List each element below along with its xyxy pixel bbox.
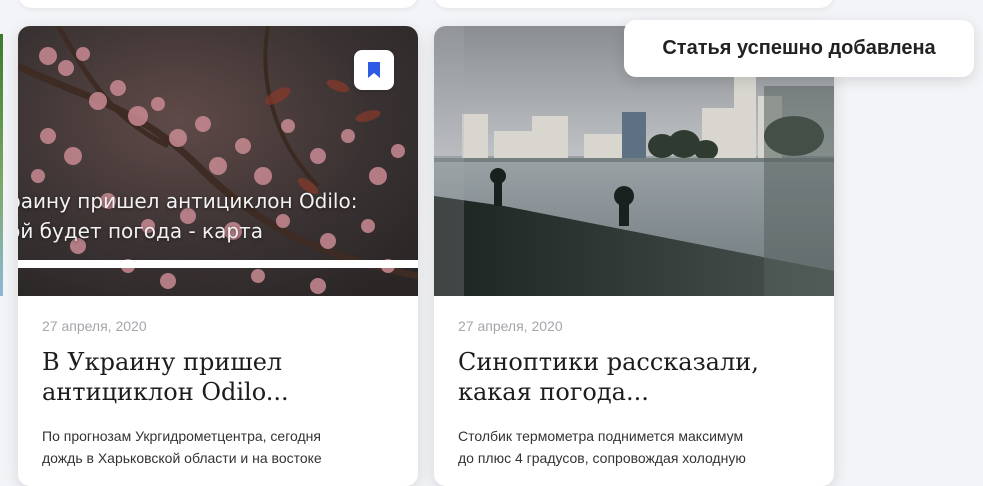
previous-card-bottom — [18, 0, 418, 8]
article-title[interactable]: В Украину пришел антициклон Odilo... — [42, 347, 394, 407]
bookmark-button[interactable] — [354, 50, 394, 90]
article-card[interactable]: краину пришел антициклон Odilo: кой буде… — [18, 26, 418, 486]
title-line: В Украину пришел — [42, 348, 283, 376]
previous-card-bottom — [434, 0, 834, 8]
excerpt-line: По прогнозам Укргидрометцентра, сегодня — [42, 428, 321, 444]
article-date: 27 апреля, 2020 — [42, 318, 147, 334]
article-excerpt: Столбик термометра поднимется максимум д… — [458, 425, 810, 469]
card-body: 27 апреля, 2020 Синоптики рассказали, ка… — [434, 296, 834, 469]
toast-message: Статья успешно добавлена — [662, 37, 936, 59]
overlay-line: краину пришел антициклон Odilo: — [18, 189, 358, 213]
overlay-line: кой будет погода - карта — [18, 219, 263, 243]
article-date: 27 апреля, 2020 — [458, 318, 563, 334]
title-line: какая погода... — [458, 378, 649, 406]
card-body: 27 апреля, 2020 В Украину пришел антицик… — [18, 296, 418, 469]
article-title[interactable]: Синоптики рассказали, какая погода... — [458, 347, 810, 407]
article-card[interactable]: 27 апреля, 2020 Синоптики рассказали, ка… — [434, 26, 834, 486]
toast-notification: Статья успешно добавлена — [624, 20, 974, 77]
excerpt-line: Столбик термометра поднимется максимум — [458, 428, 744, 444]
article-excerpt: По прогнозам Укргидрометцентра, сегодня … — [42, 425, 394, 469]
excerpt-line: дождь в Харьковской области и на востоке — [42, 450, 322, 466]
title-line: антициклон Odilo... — [42, 378, 289, 406]
article-image-blossom[interactable]: краину пришел антициклон Odilo: кой буде… — [18, 26, 418, 296]
image-divider-bar — [18, 260, 418, 268]
previous-card-edge — [0, 34, 3, 296]
title-line: Синоптики рассказали, — [458, 348, 759, 376]
image-overlay-headline: краину пришел антициклон Odilo: кой буде… — [18, 186, 357, 246]
bookmark-icon — [368, 62, 380, 78]
excerpt-line: до плюс 4 градусов, сопровождая холодную — [458, 450, 746, 466]
